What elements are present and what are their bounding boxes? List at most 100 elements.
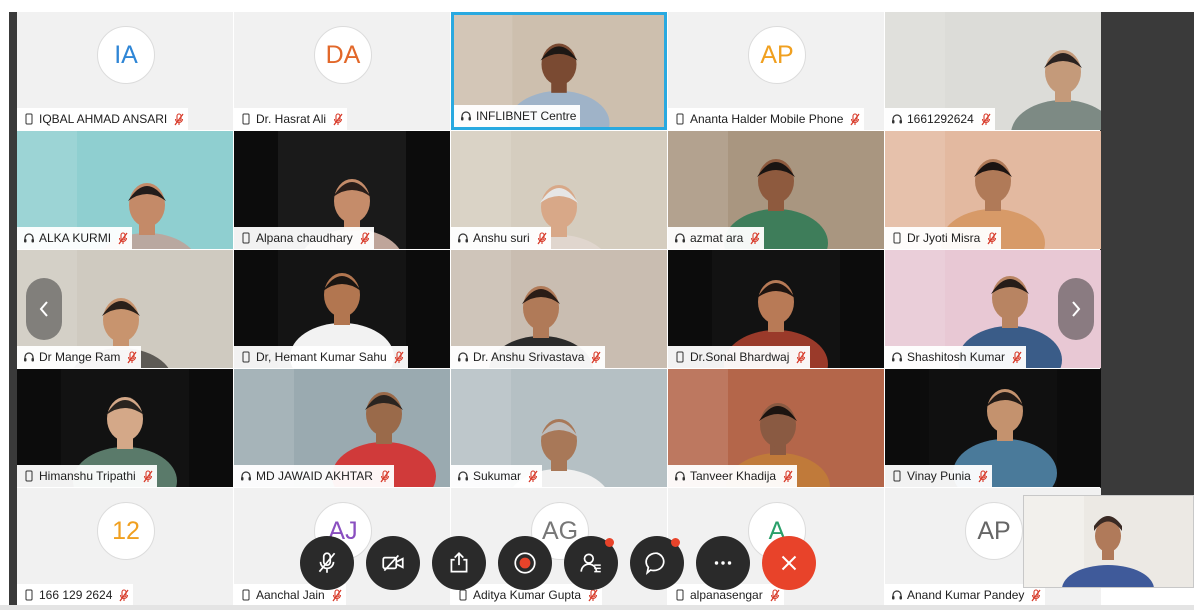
participant-tile[interactable]: Dr.Sonal Bhardwaj [668,250,884,368]
participant-name-label: Dr Jyoti Misra [885,227,1002,249]
device-indicator [23,589,35,601]
participant-tile[interactable]: IA IQBAL AHMAD ANSARI [17,12,233,130]
mic-muted-icon [981,112,991,125]
self-view-video[interactable] [1023,495,1194,588]
participant-name-label: Alpana chaudhary [234,227,374,249]
mic-muted-icon [333,112,343,125]
mic-muted-icon [394,350,404,363]
participant-tile[interactable]: 12 166 129 2624 [17,488,233,606]
leave-button[interactable] [762,536,816,590]
video-off-icon [382,554,404,572]
share-button[interactable] [432,536,486,590]
mic-muted-icon [119,588,129,601]
participant-name: Sukumar [473,469,522,483]
headset-icon [675,233,685,243]
record-button[interactable] [498,536,552,590]
mic-muted-icon [1031,588,1041,601]
mobile-device-icon [676,113,684,125]
participant-tile[interactable]: Dr Jyoti Misra [885,131,1101,249]
participant-tile[interactable]: Sukumar [451,369,667,487]
mobile-device-icon [242,113,250,125]
mobile-device-icon [25,113,33,125]
participant-tile[interactable]: ALKA KURMI [17,131,233,249]
mobile-device-icon [459,589,467,601]
mute-indicator [174,112,184,126]
mic-muted-icon [143,469,153,482]
participant-tile[interactable]: Dr. Anshu Srivastava [451,250,667,368]
device-indicator [457,589,469,601]
participant-name-label: Ananta Halder Mobile Phone [668,108,865,130]
device-indicator [891,113,903,125]
mute-indicator [143,469,153,483]
video-button[interactable] [366,536,420,590]
mute-indicator [770,588,780,602]
participant-tile[interactable]: 1661292624 [885,12,1101,130]
participant-name: IQBAL AHMAD ANSARI [39,112,168,126]
participant-name: Tanveer Khadija [690,469,777,483]
participant-tile[interactable]: Anshu suri [451,131,667,249]
headset-icon [892,352,902,362]
share-icon [450,552,468,573]
mute-indicator [118,231,128,245]
device-indicator [240,232,252,244]
device-indicator [457,470,469,482]
participants-button[interactable] [564,536,618,590]
participant-name: Anand Kumar Pandey [907,588,1025,602]
left-edge-bar [9,12,17,608]
chat-button[interactable] [630,536,684,590]
notification-badge [605,538,614,547]
device-indicator [457,351,469,363]
headset-icon [458,471,468,481]
device-indicator [23,232,35,244]
self-view-image [1024,496,1193,587]
participant-name: Shashitosh Kumar [907,350,1006,364]
participant-name: Vinay Punia [907,469,971,483]
mute-indicator [591,350,601,364]
participant-tile[interactable]: Alpana chaudhary [234,131,450,249]
participant-name-label: ALKA KURMI [17,227,133,249]
next-page-button[interactable] [1058,278,1094,340]
participant-name: 166 129 2624 [39,588,113,602]
participant-tile[interactable]: AP Ananta Halder Mobile Phone [668,12,884,130]
participant-tile[interactable]: MD JAWAID AKHTAR [234,369,450,487]
participant-name-label: Dr. Anshu Srivastava [451,346,606,368]
device-indicator [240,470,252,482]
mic-muted-icon [360,231,370,244]
participant-name-label: Dr Mange Ram [17,346,142,368]
mute-indicator [981,112,991,126]
mic-muted-icon [978,469,988,482]
right-side-panel [1100,12,1194,496]
mute-indicator [588,588,598,602]
participant-avatar: IA [97,26,155,84]
participant-name: Alpana chaudhary [256,231,353,245]
participant-tile[interactable]: azmat ara [668,131,884,249]
participant-tile[interactable]: Tanveer Khadija [668,369,884,487]
headset-icon [24,352,34,362]
participant-tile[interactable]: Vinay Punia [885,369,1101,487]
participant-name: ALKA KURMI [39,231,112,245]
participant-tile[interactable]: Dr, Hemant Kumar Sahu [234,250,450,368]
headset-icon [892,114,902,124]
participant-name-label: Himanshu Tripathi [17,465,157,487]
mute-button[interactable] [300,536,354,590]
more-button[interactable] [696,536,750,590]
chat-icon [645,552,665,575]
mobile-device-icon [242,589,250,601]
participant-avatar: AP [748,26,806,84]
participant-name: Ananta Halder Mobile Phone [690,112,844,126]
participant-tile[interactable]: DA Dr. Hasrat Ali [234,12,450,130]
participant-name: 1661292624 [907,112,974,126]
mobile-device-icon [25,470,33,482]
meeting-window: IA IQBAL AHMAD ANSARI DA Dr. Hasrat Ali INFL… [0,0,1194,610]
participant-name-label: MD JAWAID AKHTAR [234,465,394,487]
mobile-device-icon [893,470,901,482]
participant-name-label: Shashitosh Kumar [885,346,1027,368]
previous-page-button[interactable] [26,278,62,340]
mic-muted-icon [750,231,760,244]
mute-indicator [537,231,547,245]
participant-tile[interactable]: Himanshu Tripathi [17,369,233,487]
headset-icon [675,471,685,481]
participant-name-label: INFLIBNET Centre [454,105,581,127]
mobile-device-icon [893,232,901,244]
participant-tile-active-speaker[interactable]: INFLIBNET Centre [451,12,667,130]
